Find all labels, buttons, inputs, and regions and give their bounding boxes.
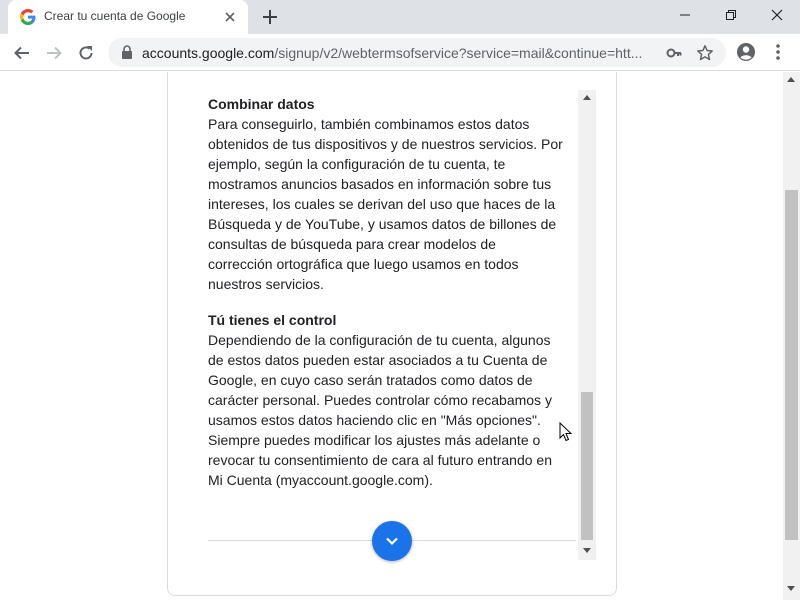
browser-tab[interactable]: Crear tu cuenta de Google bbox=[8, 0, 248, 34]
account-circle-icon[interactable] bbox=[736, 42, 756, 62]
section-heading: Combinar datos bbox=[208, 96, 315, 112]
page-scrollbar[interactable] bbox=[783, 72, 800, 600]
terms-content: Combinar datos Para conseguirlo, también… bbox=[208, 94, 564, 506]
reload-icon bbox=[79, 46, 93, 60]
window-close-button[interactable] bbox=[754, 0, 800, 30]
tab-title: Crear tu cuenta de Google bbox=[44, 9, 186, 23]
chevron-down-icon bbox=[386, 537, 398, 546]
star-icon[interactable] bbox=[696, 44, 714, 62]
key-icon[interactable] bbox=[666, 45, 682, 61]
address-bar[interactable]: accounts.google.com/signup/v2/webtermsof… bbox=[108, 38, 726, 67]
google-g-icon bbox=[20, 9, 36, 25]
arrow-right-icon bbox=[47, 46, 62, 60]
close-icon bbox=[771, 9, 783, 21]
page-viewport: Combinar datos Para conseguirlo, también… bbox=[0, 72, 800, 600]
scroll-up-arrow[interactable] bbox=[583, 95, 591, 100]
back-button[interactable] bbox=[10, 41, 34, 65]
restore-icon bbox=[726, 10, 736, 20]
more-vert-icon[interactable] bbox=[770, 42, 786, 62]
arrow-left-icon bbox=[14, 46, 29, 60]
minimize-button[interactable] bbox=[662, 0, 708, 30]
scroll-up-arrow[interactable] bbox=[787, 77, 795, 82]
url-path: /signup/v2/webtermsofservice?service=mai… bbox=[274, 45, 643, 61]
scrollbar-thumb[interactable] bbox=[785, 190, 798, 540]
scroll-down-button[interactable] bbox=[372, 521, 412, 561]
forward-button[interactable] bbox=[42, 41, 66, 65]
section-body: Para conseguirlo, también combinamos est… bbox=[208, 116, 563, 292]
minimize-icon bbox=[680, 14, 690, 16]
reload-button[interactable] bbox=[74, 41, 98, 65]
terms-section: Combinar datos Para conseguirlo, también… bbox=[208, 94, 564, 294]
scrollbar-thumb[interactable] bbox=[581, 392, 593, 540]
close-icon[interactable] bbox=[222, 9, 238, 25]
browser-toolbar: accounts.google.com/signup/v2/webtermsof… bbox=[0, 34, 800, 71]
scroll-down-arrow[interactable] bbox=[583, 548, 591, 553]
url-text[interactable]: accounts.google.com/signup/v2/webtermsof… bbox=[142, 45, 654, 61]
section-heading: Tú tienes el control bbox=[208, 312, 337, 328]
terms-section: Tú tienes el control Dependiendo de la c… bbox=[208, 310, 564, 490]
tab-strip: Crear tu cuenta de Google bbox=[0, 0, 800, 34]
mouse-cursor-icon bbox=[559, 422, 573, 442]
restore-button[interactable] bbox=[708, 0, 754, 30]
plus-icon[interactable] bbox=[260, 7, 280, 27]
section-body: Dependiendo de la configuración de tu cu… bbox=[208, 332, 552, 488]
lock-icon[interactable] bbox=[120, 45, 134, 59]
url-host: accounts.google.com bbox=[142, 45, 275, 61]
terms-scrollbar[interactable] bbox=[578, 90, 596, 560]
scroll-down-arrow[interactable] bbox=[787, 586, 795, 591]
